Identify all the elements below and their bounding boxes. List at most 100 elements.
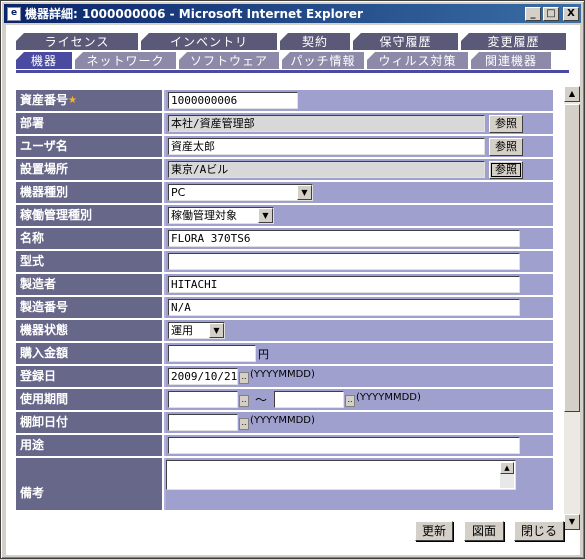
serial-no-label: 製造番号	[16, 297, 164, 318]
row-name: 名称 FLORA 370TS6	[16, 228, 553, 251]
manufacturer-label: 製造者	[16, 274, 164, 295]
row-purpose: 用途	[16, 435, 553, 458]
location-input[interactable]: 東京/Aビル	[168, 161, 485, 178]
page-content: ライセンス インベントリ 契約 保守履歴 変更履歴 機器 ネットワーク ソフトウ…	[6, 25, 580, 555]
row-asset-no: 資産番号★ 1000000006	[16, 90, 553, 113]
tab-software[interactable]: ソフトウェア	[179, 52, 279, 69]
chevron-down-icon: ▼	[258, 208, 273, 223]
tab-antivirus[interactable]: ウィルス対策	[367, 52, 468, 69]
tab-row-bottom: 機器 ネットワーク ソフトウェア パッチ情報 ウィルス対策 関連機器	[16, 52, 554, 69]
scroll-down-icon[interactable]: ▼	[564, 514, 580, 530]
user-name-input[interactable]: 資産太郎	[168, 138, 485, 155]
minimize-button[interactable]: _	[525, 6, 541, 21]
window-title: 機器詳細: 1000000006 - Microsoft Internet Ex…	[25, 7, 363, 21]
calendar-picker-icon[interactable]: ..	[345, 395, 355, 407]
scrollbar-thumb[interactable]	[564, 104, 580, 412]
row-user-name: ユーザ名 資産太郎 参照	[16, 136, 553, 159]
tab-inventory[interactable]: インベントリ	[141, 33, 277, 50]
usage-to-input[interactable]	[274, 391, 344, 408]
purpose-input[interactable]	[168, 437, 520, 454]
user-name-label: ユーザ名	[16, 136, 164, 157]
calendar-picker-icon[interactable]: ..	[239, 372, 249, 384]
row-status: 機器状態 運用 ▼	[16, 320, 553, 343]
scroll-up-icon[interactable]: ▲	[564, 86, 580, 102]
status-label: 機器状態	[16, 320, 164, 341]
remarks-textarea[interactable]: ▲	[166, 460, 516, 490]
purpose-label: 用途	[16, 435, 164, 456]
update-button[interactable]: 更新	[415, 521, 453, 541]
maximize-button[interactable]: □	[543, 6, 559, 21]
name-input[interactable]: FLORA 370TS6	[168, 230, 520, 247]
remarks-scrollbar[interactable]: ▲	[500, 462, 514, 488]
tab-network[interactable]: ネットワーク	[75, 52, 176, 69]
scroll-up-icon[interactable]: ▲	[500, 462, 514, 474]
tab-contract[interactable]: 契約	[280, 33, 350, 50]
tab-change-history[interactable]: 変更履歴	[461, 33, 566, 50]
tab-related-devices[interactable]: 関連機器	[471, 52, 551, 69]
row-registered-date: 登録日 2009/10/21 .. (YYYYMMDD)	[16, 366, 553, 389]
inventory-date-input[interactable]	[168, 414, 238, 431]
row-location: 設置場所 東京/Aビル 参照	[16, 159, 553, 182]
device-type-label: 機器種別	[16, 182, 164, 203]
row-operation-type: 稼働管理種別 稼働管理対象 ▼	[16, 205, 553, 228]
usage-period-format: (YYYYMMDD)	[356, 392, 421, 403]
chevron-down-icon: ▼	[209, 323, 224, 338]
purchase-price-input[interactable]	[168, 345, 256, 362]
page-scrollbar[interactable]: ▲ ▼	[564, 86, 580, 530]
row-remarks: 備考 ▲	[16, 458, 553, 510]
registered-date-input[interactable]: 2009/10/21	[168, 368, 238, 385]
calendar-picker-icon[interactable]: ..	[239, 395, 249, 407]
registered-date-format: (YYYYMMDD)	[250, 369, 315, 380]
tab-maintenance-history[interactable]: 保守履歴	[353, 33, 458, 50]
model-input[interactable]	[168, 253, 520, 270]
title-bar[interactable]: e 機器詳細: 1000000006 - Microsoft Internet …	[4, 4, 581, 23]
department-browse-button[interactable]: 参照	[489, 115, 523, 133]
location-label: 設置場所	[16, 159, 164, 180]
tab-device[interactable]: 機器	[16, 52, 72, 69]
chevron-down-icon: ▼	[297, 185, 312, 200]
calendar-picker-icon[interactable]: ..	[239, 418, 249, 430]
tab-license[interactable]: ライセンス	[16, 33, 138, 50]
model-label: 型式	[16, 251, 164, 272]
location-browse-button[interactable]: 参照	[489, 161, 523, 179]
operation-type-select[interactable]: 稼働管理対象 ▼	[168, 207, 274, 224]
purchase-price-label: 購入金額	[16, 343, 164, 364]
user-browse-button[interactable]: 参照	[489, 138, 523, 156]
close-window-button[interactable]: X	[563, 6, 579, 21]
status-select[interactable]: 運用 ▼	[168, 322, 225, 339]
device-form: 資産番号★ 1000000006 部署 本社/資産管理部 参照 ユーザ名 資産太…	[16, 90, 553, 510]
device-type-select[interactable]: PC ▼	[168, 184, 313, 201]
usage-from-input[interactable]	[168, 391, 238, 408]
inventory-date-format: (YYYYMMDD)	[250, 415, 315, 426]
operation-type-label: 稼働管理種別	[16, 205, 164, 226]
yen-unit: 円	[258, 348, 269, 361]
tab-patch-info[interactable]: パッチ情報	[282, 52, 364, 69]
row-purchase-price: 購入金額 円	[16, 343, 553, 366]
ie-window: e 機器詳細: 1000000006 - Microsoft Internet …	[0, 0, 585, 559]
tab-underline	[16, 70, 569, 73]
row-inventory-date: 棚卸日付 .. (YYYYMMDD)	[16, 412, 553, 435]
registered-date-label: 登録日	[16, 366, 164, 387]
range-separator: ～	[255, 393, 268, 407]
required-star-icon: ★	[68, 95, 77, 106]
row-usage-period: 使用期間 .. ～ .. (YYYYMMDD)	[16, 389, 553, 412]
name-label: 名称	[16, 228, 164, 249]
remarks-label: 備考	[16, 458, 164, 510]
row-model: 型式	[16, 251, 553, 274]
row-department: 部署 本社/資産管理部 参照	[16, 113, 553, 136]
usage-period-label: 使用期間	[16, 389, 164, 410]
inventory-date-label: 棚卸日付	[16, 412, 164, 433]
asset-no-label: 資産番号★	[16, 90, 164, 111]
department-input[interactable]: 本社/資産管理部	[168, 115, 485, 132]
ie-icon: e	[7, 6, 21, 21]
row-device-type: 機器種別 PC ▼	[16, 182, 553, 205]
manufacturer-input[interactable]: HITACHI	[168, 276, 520, 293]
tab-row-top: ライセンス インベントリ 契約 保守履歴 変更履歴	[16, 33, 569, 50]
department-label: 部署	[16, 113, 164, 134]
row-manufacturer: 製造者 HITACHI	[16, 274, 553, 297]
serial-no-input[interactable]: N/A	[168, 299, 520, 316]
drawing-button[interactable]: 図面	[464, 521, 504, 541]
close-button[interactable]: 閉じる	[514, 521, 564, 541]
asset-no-input[interactable]: 1000000006	[168, 92, 298, 109]
row-serial-no: 製造番号 N/A	[16, 297, 553, 320]
